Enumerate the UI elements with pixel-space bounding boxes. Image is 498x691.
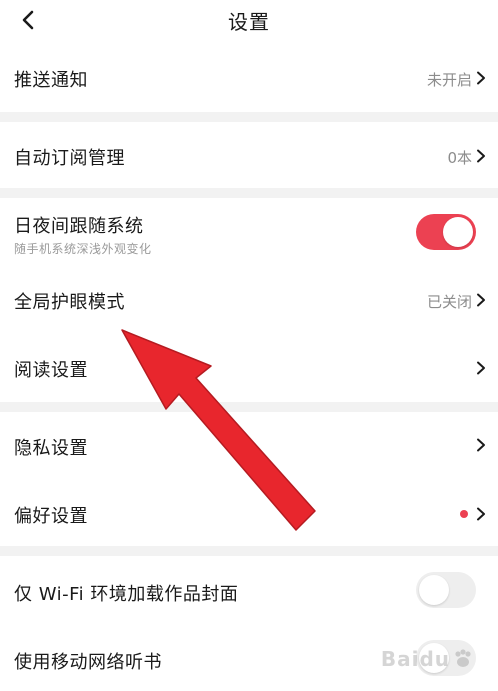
setting-description: 随手机系统深浅外观变化 xyxy=(14,242,152,256)
chevron-right-icon xyxy=(477,507,485,521)
section-divider xyxy=(0,112,498,122)
watermark-text: Baidu xyxy=(380,647,450,671)
toggle-knob xyxy=(443,217,473,247)
setting-value: 未开启 xyxy=(426,71,472,89)
chevron-right-icon xyxy=(477,438,485,452)
wifi-cover-toggle[interactable] xyxy=(416,572,476,608)
setting-label: 阅读设置 xyxy=(14,360,88,381)
setting-row-preference[interactable]: 偏好设置 xyxy=(0,480,498,546)
toggle-knob xyxy=(419,575,449,605)
page-title: 设置 xyxy=(228,10,270,34)
setting-row-night-follow: 日夜间跟随系统 随手机系统深浅外观变化 xyxy=(0,198,498,268)
header: 设置 xyxy=(0,0,498,40)
chevron-right-icon xyxy=(477,361,485,375)
section-divider xyxy=(0,546,498,556)
setting-row-privacy[interactable]: 隐私设置 xyxy=(0,412,498,480)
setting-label: 自动订阅管理 xyxy=(14,148,125,169)
setting-row-reading[interactable]: 阅读设置 xyxy=(0,334,498,402)
setting-label: 推送通知 xyxy=(14,70,88,91)
section-divider xyxy=(0,402,498,412)
setting-label: 使用移动网络听书 xyxy=(14,652,162,673)
setting-label: 偏好设置 xyxy=(14,506,88,527)
setting-value: 0本 xyxy=(447,149,472,167)
red-dot-badge xyxy=(460,510,468,518)
night-follow-toggle[interactable] xyxy=(416,214,476,250)
setting-label: 日夜间跟随系统 xyxy=(14,216,144,237)
chevron-right-icon xyxy=(477,71,485,85)
watermark: Baidu xyxy=(381,647,474,671)
setting-row-eye-care[interactable]: 全局护眼模式 已关闭 xyxy=(0,268,498,334)
section-divider xyxy=(0,188,498,198)
setting-row-wifi-cover: 仅 Wi-Fi 环境加载作品封面 xyxy=(0,556,498,626)
setting-value: 已关闭 xyxy=(426,293,472,311)
setting-label: 隐私设置 xyxy=(14,438,88,459)
setting-row-auto-subscribe[interactable]: 自动订阅管理 0本 xyxy=(0,122,498,188)
chevron-right-icon xyxy=(477,293,485,307)
paw-icon xyxy=(455,649,471,667)
setting-label: 全局护眼模式 xyxy=(14,292,125,313)
setting-label: 仅 Wi-Fi 环境加载作品封面 xyxy=(14,584,239,605)
setting-row-push[interactable]: 推送通知 未开启 xyxy=(0,44,498,110)
chevron-right-icon xyxy=(477,149,485,163)
